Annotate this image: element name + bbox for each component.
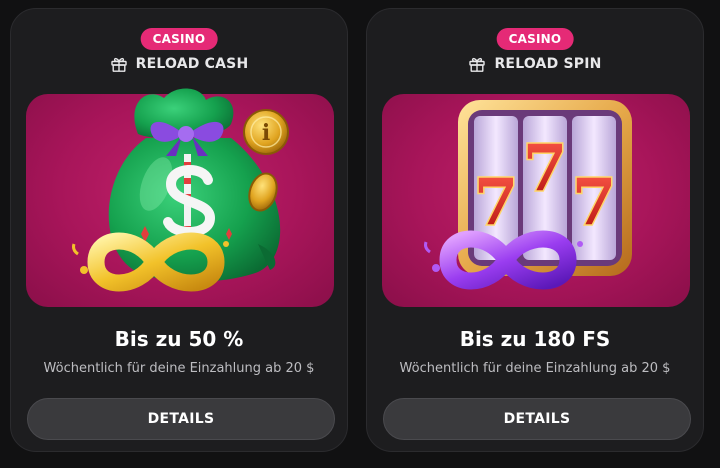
promo-type: RELOAD SPIN xyxy=(367,55,703,73)
promo-title: Bis zu 180 FS xyxy=(459,327,611,351)
slot-777-infinity-illustration: 7 7 7 xyxy=(382,94,690,307)
promo-type-label: RELOAD SPIN xyxy=(494,56,602,72)
details-button[interactable]: DETAILS xyxy=(383,398,691,440)
promo-card-reload-spin: CASINO RELOAD SPIN 7 7 7 Bis zu 180 FS W… xyxy=(366,8,704,452)
promo-title: Bis zu 50 % xyxy=(114,327,244,351)
svg-text:i: i xyxy=(262,120,270,146)
promo-subtitle: Wöchentlich für deine Einzahlung ab 20 $ xyxy=(399,361,671,376)
promo-card-reload-cash: CASINO RELOAD CASH i Bis zu 50 % Wöchent… xyxy=(10,8,348,452)
promo-type-label: RELOAD CASH xyxy=(135,56,249,72)
svg-text:7: 7 xyxy=(572,165,617,240)
promo-type: RELOAD CASH xyxy=(11,55,347,73)
svg-text:7: 7 xyxy=(523,131,568,206)
money-bag-infinity-illustration: i xyxy=(26,88,334,307)
promo-subtitle: Wöchentlich für deine Einzahlung ab 20 $ xyxy=(43,361,315,376)
category-badge: CASINO xyxy=(496,28,574,50)
category-badge: CASINO xyxy=(140,28,218,50)
svg-text:7: 7 xyxy=(474,165,519,240)
details-button[interactable]: DETAILS xyxy=(27,398,335,440)
gift-icon xyxy=(110,57,127,72)
gift-icon xyxy=(469,57,486,72)
